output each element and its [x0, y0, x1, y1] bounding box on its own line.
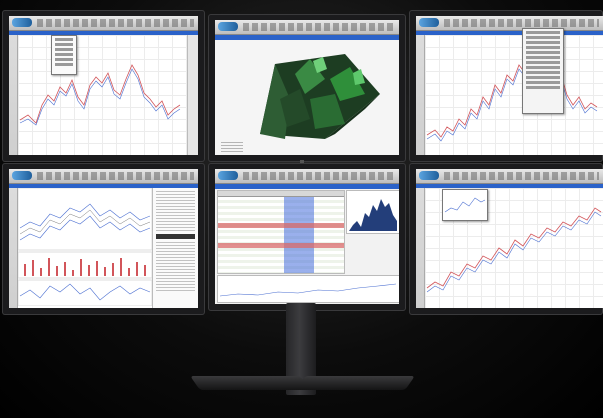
stand-base-left	[190, 376, 310, 390]
toolbar	[416, 16, 603, 31]
app-logo-icon	[419, 171, 439, 180]
monitor-bottom-center	[208, 163, 406, 311]
area-chart	[349, 199, 397, 231]
price-line-chart	[19, 64, 181, 126]
overview-line	[444, 197, 486, 213]
area-fill	[349, 199, 397, 231]
app-logo-icon	[12, 171, 32, 180]
legend-block	[221, 142, 243, 152]
toolbar-icons[interactable]	[243, 23, 395, 31]
chart-area	[17, 187, 153, 308]
bottom-line-chart	[217, 275, 399, 303]
price-series-line	[426, 54, 598, 138]
price-series-line	[19, 64, 181, 124]
app-logo-icon	[218, 171, 238, 180]
toolbar	[215, 20, 399, 35]
toolbar-icons[interactable]	[37, 172, 194, 180]
area-chart-panel	[346, 190, 399, 234]
left-tool-strip[interactable]	[9, 35, 18, 155]
settings-panel[interactable]	[522, 28, 564, 114]
toolbar-icons[interactable]	[37, 19, 194, 27]
toolbar-icons[interactable]	[444, 172, 599, 180]
chart-area	[425, 35, 603, 155]
menu-bar[interactable]	[215, 184, 399, 189]
screen-multi-pane-chart	[9, 169, 198, 308]
screen-price-chart-settings	[416, 16, 603, 155]
monitor-top-left	[2, 10, 205, 162]
left-tool-strip[interactable]	[416, 188, 425, 308]
dropdown-menu[interactable]	[51, 35, 77, 75]
price-series-line-2	[426, 58, 598, 142]
monitor-top-center	[208, 14, 406, 162]
toolbar-icons[interactable]	[243, 172, 395, 180]
quote-table[interactable]	[217, 190, 345, 274]
toolbar	[416, 169, 603, 184]
monitor-hinge	[300, 160, 304, 163]
toolbar	[9, 169, 198, 184]
toolbar	[215, 169, 399, 184]
toolbar-icons[interactable]	[444, 19, 599, 27]
monitor-bottom-right	[409, 163, 603, 315]
indicator-panes	[17, 187, 153, 307]
price-line-chart	[426, 54, 598, 142]
monitor-bottom-left	[2, 163, 205, 315]
left-tool-strip[interactable]	[416, 35, 425, 155]
app-logo-icon	[419, 18, 439, 27]
price-series-line-2	[19, 68, 181, 126]
data-panel	[152, 188, 198, 308]
app-logo-icon	[218, 22, 238, 31]
left-tool-strip[interactable]	[9, 188, 18, 308]
terrain-3d-view	[260, 54, 380, 139]
price-axis	[187, 35, 198, 155]
monitor-top-right	[409, 10, 603, 162]
screen-3d-terrain	[215, 20, 399, 155]
stand-base-right	[295, 376, 415, 390]
overview-popup[interactable]	[442, 189, 488, 221]
screen-price-chart	[9, 16, 198, 155]
price-series-line-2	[426, 211, 602, 293]
screen-price-chart-overlay	[416, 169, 603, 308]
app-logo-icon	[12, 18, 32, 27]
index-line	[219, 283, 397, 297]
toolbar	[9, 16, 198, 31]
multi-monitor-scene	[0, 0, 603, 418]
screen-watchlist-table	[215, 169, 399, 304]
chart-area	[18, 35, 187, 155]
